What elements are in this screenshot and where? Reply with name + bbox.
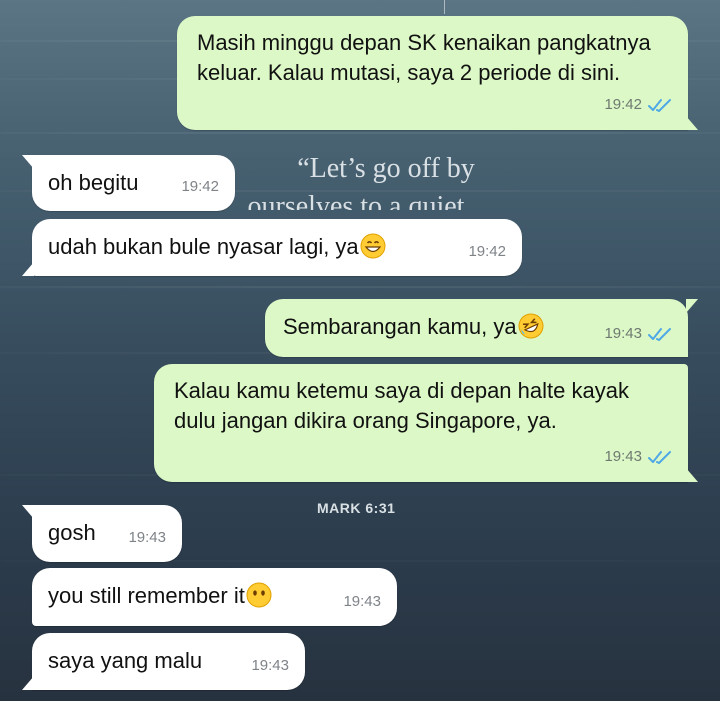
message-bubble-incoming[interactable]: gosh 19:43 <box>22 505 182 562</box>
wallpaper-quote: “Let’s go off by ourselves to a quiet <box>236 150 536 210</box>
message-time: 19:42 <box>468 243 506 260</box>
wallpaper-quote-line1: “Let’s go off by <box>297 153 475 184</box>
message-meta: 19:42 <box>604 90 672 120</box>
message-meta: 19:43 <box>251 651 289 681</box>
message-bubble-incoming[interactable]: you still remember it 19:43 <box>32 568 397 626</box>
bubble-tail <box>686 299 698 313</box>
read-double-check-icon <box>648 99 671 112</box>
message-meta: 19:42 <box>468 237 506 267</box>
message-text: udah bukan bule nyasar lagi, ya <box>48 232 506 262</box>
rolling-on-floor-laughing-emoji-icon <box>518 313 544 339</box>
message-time: 19:43 <box>604 325 642 342</box>
bubble-tail <box>22 262 34 276</box>
message-bubble-outgoing[interactable]: Sembarangan kamu, ya 19:43 <box>265 299 698 357</box>
message-time: 19:43 <box>343 593 381 610</box>
message-bubble-incoming[interactable]: udah bukan bule nyasar lagi, ya 19:42 <box>22 219 522 276</box>
bubble-tail <box>686 116 698 130</box>
face-without-mouth-emoji-icon <box>246 582 272 608</box>
message-meta: 19:42 <box>181 172 219 202</box>
message-time: 19:43 <box>128 529 166 546</box>
bubble-tail <box>686 468 698 482</box>
message-time: 19:42 <box>181 178 219 195</box>
message-bubble-outgoing[interactable]: Masih minggu depan SK kenaikan pangkatny… <box>177 16 698 130</box>
read-double-check-icon <box>648 451 671 464</box>
message-meta: 19:43 <box>343 587 381 617</box>
message-time: 19:43 <box>604 448 642 465</box>
read-double-check-icon <box>648 328 671 341</box>
wallpaper-mast-line <box>444 0 445 14</box>
bubble-tail <box>22 676 34 690</box>
bubble-tail <box>22 505 34 519</box>
message-bubble-incoming[interactable]: saya yang malu 19:43 <box>22 633 305 690</box>
message-time: 19:43 <box>251 657 289 674</box>
bubble-tail <box>22 155 34 169</box>
message-text: Masih minggu depan SK kenaikan pangkatny… <box>197 30 651 85</box>
message-bubble-outgoing[interactable]: Kalau kamu ketemu saya di depan halte ka… <box>154 364 698 482</box>
grinning-face-emoji-icon <box>360 233 386 259</box>
message-meta: 19:43 <box>128 523 166 553</box>
message-meta: 19:43 <box>604 442 672 472</box>
message-time: 19:42 <box>604 96 642 113</box>
message-meta: 19:43 <box>604 319 672 349</box>
message-text: Kalau kamu ketemu saya di depan halte ka… <box>174 378 629 433</box>
message-bubble-incoming[interactable]: oh begitu 19:42 <box>22 155 235 211</box>
wallpaper-verse: MARK 6:31 <box>317 500 396 516</box>
message-text: you still remember it <box>48 581 381 611</box>
